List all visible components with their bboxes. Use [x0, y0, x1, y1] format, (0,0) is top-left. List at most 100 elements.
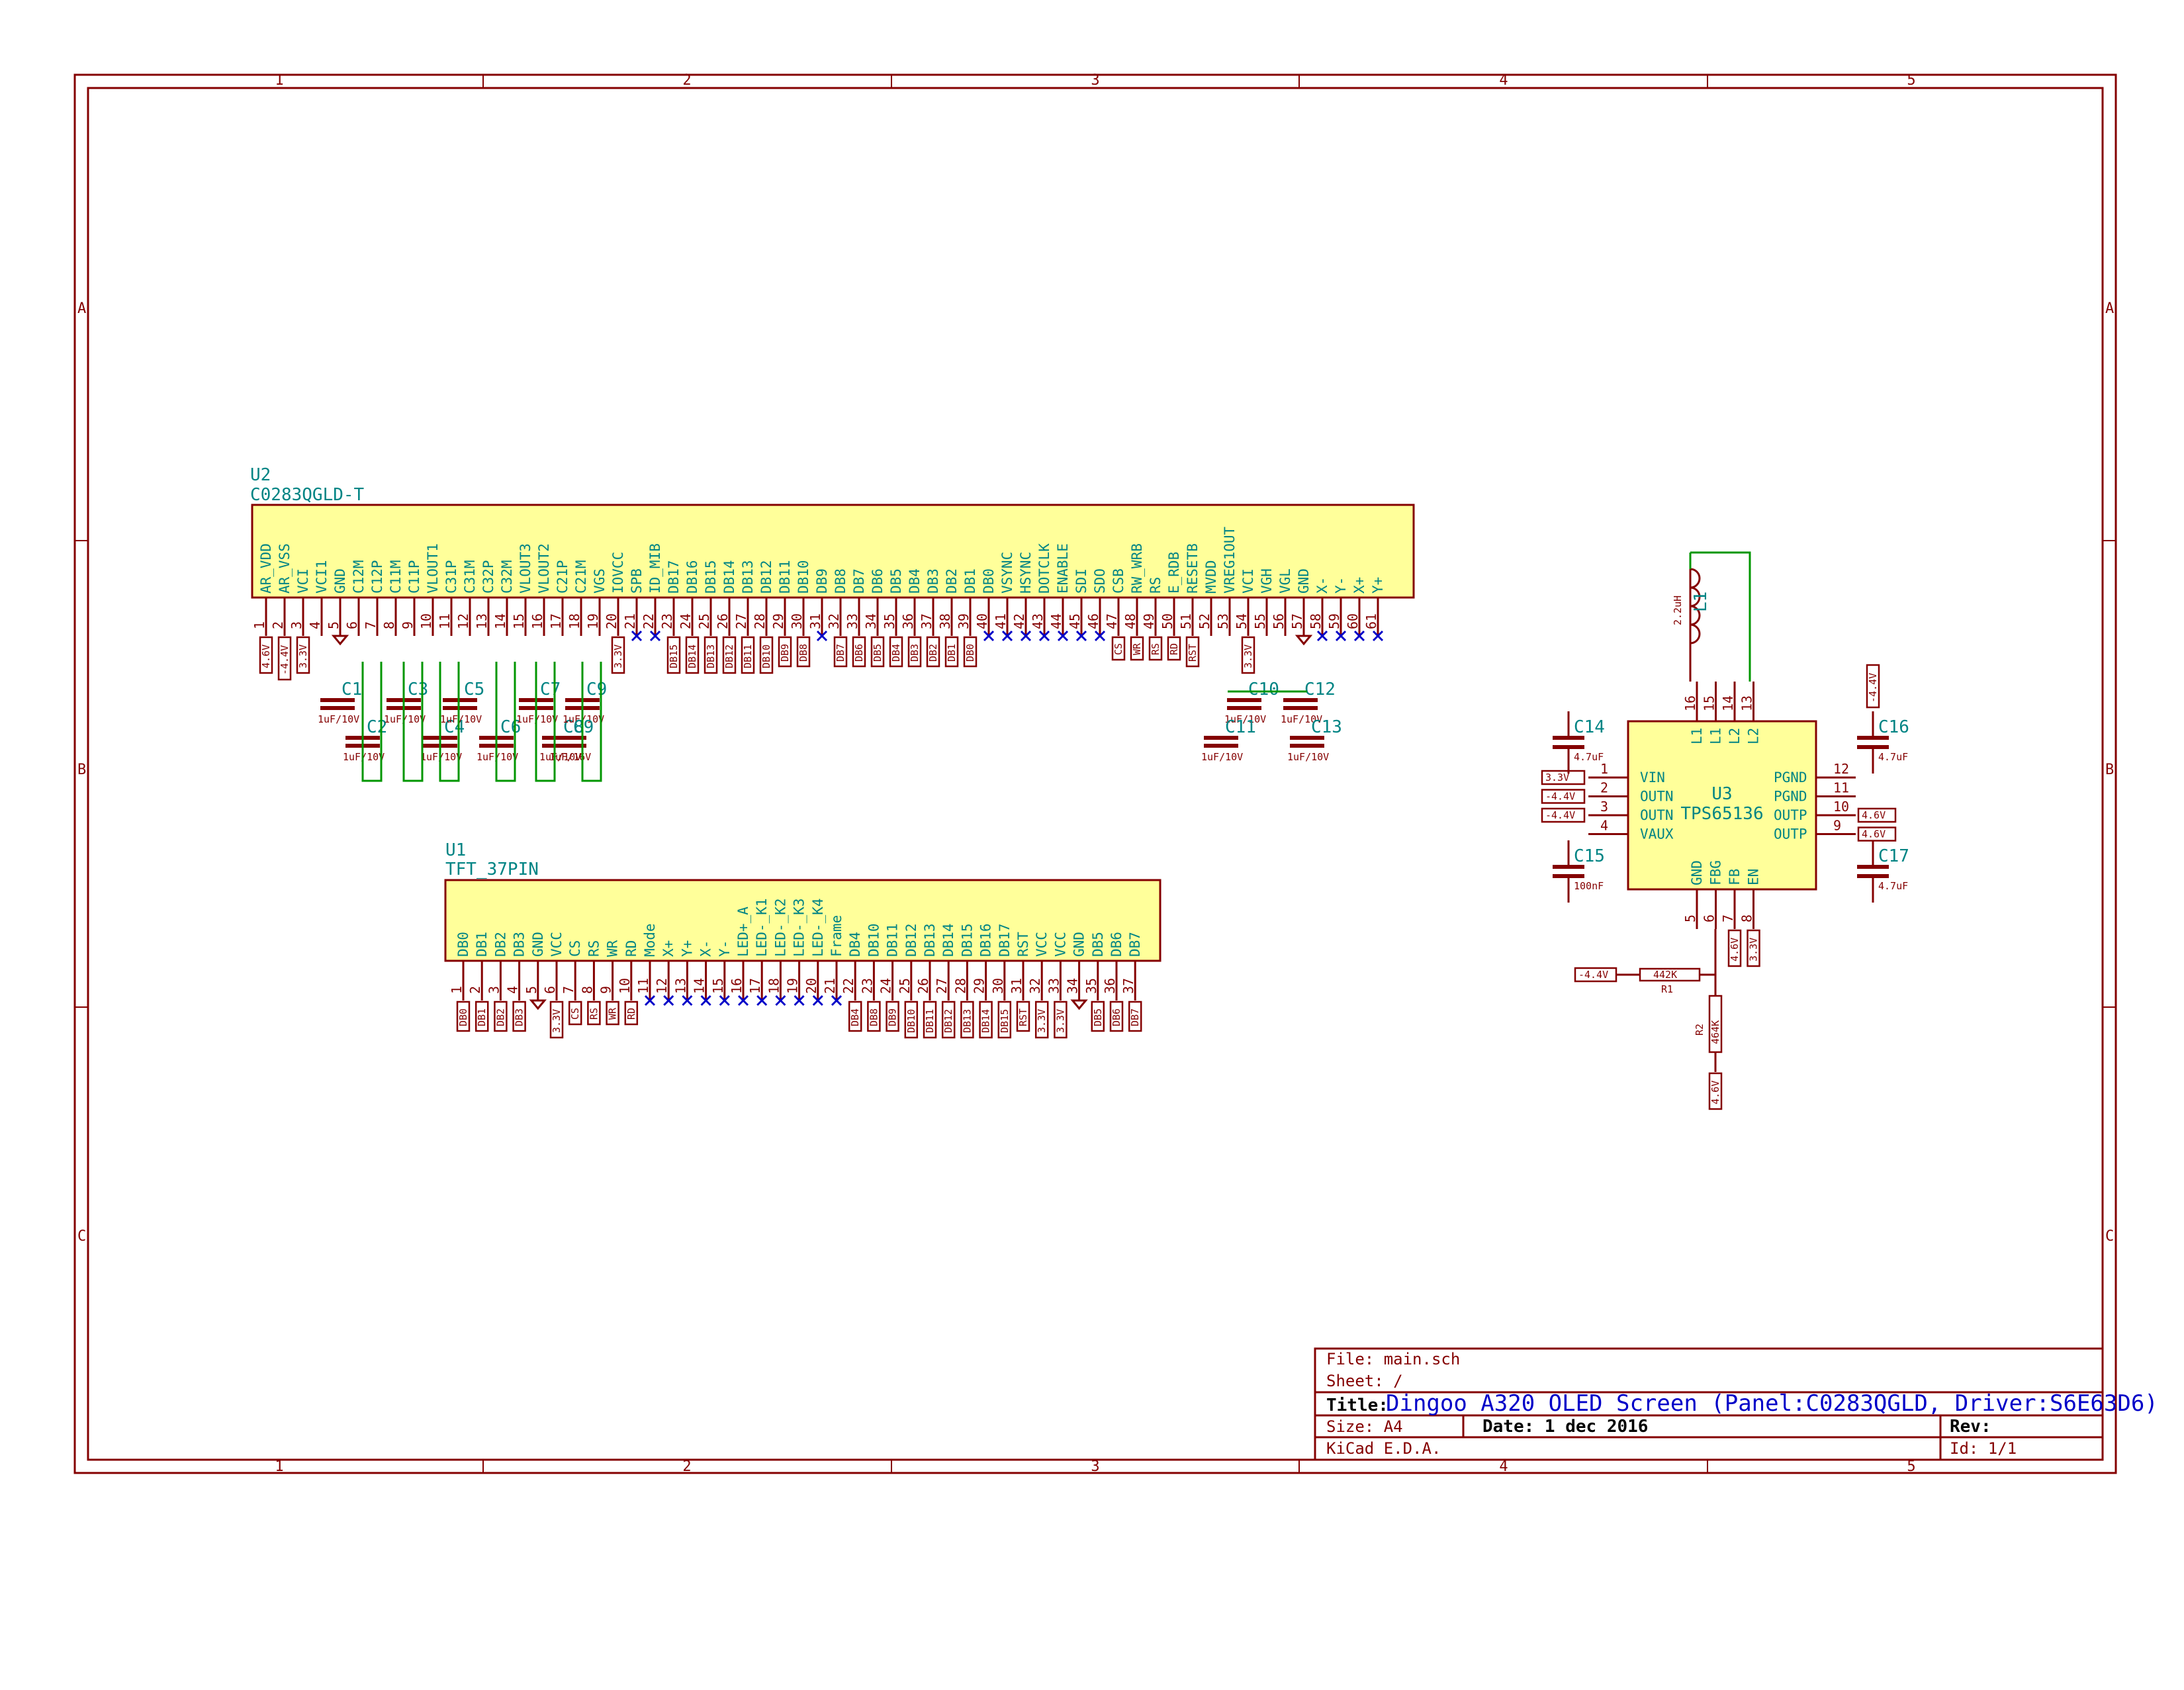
zone-bottom-1: 1 — [275, 1458, 283, 1475]
u1-pin-name-26: DB13 — [922, 923, 938, 957]
r2-ref: R2 — [1694, 1024, 1706, 1036]
u2-pin-name-1: AR_VDD — [258, 543, 274, 594]
u2-pin-name-24: DB16 — [684, 560, 700, 594]
u1-gnd-5 — [529, 999, 547, 1010]
u2-pin-name-20: IOVCC — [610, 552, 626, 594]
cap-C15-ref: C15 — [1574, 846, 1605, 866]
u2-pin-name-9: C11P — [406, 560, 422, 594]
u2-pin-num-56: 56 — [1271, 613, 1287, 629]
u1-pin-name-12: X+ — [660, 940, 676, 957]
r1-net: -4.4V — [1578, 969, 1608, 981]
u1-pin-num-6: 6 — [542, 986, 558, 994]
inductor-l1[interactable]: L1 2.2uH — [1672, 551, 1751, 682]
u2-pin-name-12: C31M — [462, 560, 478, 594]
u3-net-label-1: 3.3V — [1545, 772, 1569, 783]
u1-pin-name-27: DB14 — [940, 923, 956, 957]
u2-pin-num-5: 5 — [326, 621, 341, 629]
u2-pin-num-49: 49 — [1141, 613, 1157, 629]
u2-net-label-20: 3.3V — [612, 645, 624, 668]
u2-pin-name-42: HSYNC — [1018, 552, 1034, 594]
u1-net-label-28: DB13 — [961, 1009, 973, 1033]
u1-pin-name-15: Y- — [717, 940, 733, 957]
u1-ref: U1 — [445, 840, 466, 860]
u3-pin-name-5: GND — [1689, 860, 1705, 885]
u1-pin-num-13: 13 — [672, 978, 688, 994]
u1-pin-num-34: 34 — [1065, 978, 1081, 994]
u2-pin-name-17: C21P — [555, 560, 570, 594]
u2-net-label-30: DB8 — [797, 644, 809, 662]
u1-pin-num-25: 25 — [897, 978, 913, 994]
zone-top-4: 4 — [1499, 72, 1508, 89]
u2-net-label-23: DB15 — [668, 645, 680, 668]
u2-net-label-2: -4.4V — [279, 645, 291, 675]
u2-pin-name-2: AR_VSS — [277, 543, 293, 594]
u2-pin-num-22: 22 — [641, 613, 657, 629]
u3-pin-name-10: OUTP — [1774, 807, 1807, 823]
u2-pin-num-61: 61 — [1363, 613, 1379, 629]
cap-C1-ref: C1 — [341, 680, 362, 699]
u2-net-label-48: WR — [1131, 643, 1143, 655]
u1-net-label-7: CS — [569, 1008, 581, 1020]
u3-pin-num-1: 1 — [1600, 761, 1608, 777]
u2-pin-num-21: 21 — [622, 613, 638, 629]
u2-net-label-24: DB14 — [686, 645, 698, 668]
cap-C13-value: 1uF/10V — [1287, 751, 1329, 763]
u2-pin-name-44: ENABLE — [1055, 543, 1071, 594]
u2-pin-num-37: 37 — [919, 613, 934, 629]
u1-pin-name-24: DB11 — [885, 923, 901, 957]
u1-pin-name-30: DB17 — [997, 923, 1013, 957]
u2-gnd-57 — [1295, 635, 1313, 646]
zone-bottom-4: 4 — [1499, 1458, 1508, 1475]
u2-pin-num-38: 38 — [937, 613, 953, 629]
r1-ref: R1 — [1661, 983, 1673, 995]
u3-pin-num-2: 2 — [1600, 780, 1608, 796]
u3-symbol[interactable]: U3 TPS65136 VIN 1 3.3V OUTN 2 -4.4V OUTN 3 -4.4V… — [1541, 551, 1909, 1110]
tb-title: Dingoo A320 OLED Screen (Panel:C0283QGLD… — [1386, 1390, 2158, 1417]
u2-pin-num-28: 28 — [752, 613, 768, 629]
u3-pin-name-13: L2 — [1746, 728, 1762, 744]
u2-net-label-34: DB5 — [872, 644, 884, 662]
u2-pin-num-36: 36 — [900, 613, 916, 629]
zone-right-C: C — [2105, 1228, 2114, 1245]
cap-C3-ref: C3 — [408, 680, 428, 699]
u2-net-label-1: 4.6V — [260, 645, 272, 668]
tb-sheet: Sheet: / — [1326, 1372, 1403, 1390]
u2-pin-name-39: DB1 — [962, 568, 978, 594]
u2-value: C0283QGLD-T — [250, 485, 365, 505]
u2-pin-num-13: 13 — [474, 613, 490, 629]
u1-symbol[interactable]: U1 TFT_37PIN DB01DB0DB12DB1DB23DB2DB34DB… — [444, 840, 1161, 1039]
u2-symbol[interactable]: U2 C0283QGLD-T AR_VDD 1 4.6V AR_VSS 2 -4.4V VC… — [250, 465, 1415, 782]
u2-pin-name-47: CSB — [1111, 568, 1126, 594]
u1-pin-name-17: LED-_K1 — [754, 898, 770, 957]
u1-pin-name-14: X- — [698, 940, 714, 957]
u1-pin-name-22: DB4 — [847, 932, 863, 957]
u1-net-label-10: RD — [625, 1008, 637, 1020]
u1-pin-name-6: VCC — [549, 932, 565, 957]
u2-pin-num-20: 20 — [604, 613, 619, 629]
u1-pin-num-28: 28 — [952, 978, 968, 994]
u1-pin-name-35: DB5 — [1090, 932, 1106, 957]
u3-net-label-8: 3.3V — [1748, 938, 1760, 961]
u2-pin-name-14: C32M — [499, 560, 515, 594]
u2-pin-num-9: 9 — [400, 621, 416, 629]
zone-top-2: 2 — [682, 72, 691, 89]
tb-rev: Rev: — [1950, 1417, 1991, 1437]
u1-pin-name-25: DB12 — [903, 923, 919, 957]
u1-net-label-3: DB2 — [494, 1008, 506, 1026]
u1-net-label-30: DB15 — [999, 1009, 1011, 1033]
u1-pin-num-7: 7 — [561, 986, 576, 994]
u1-net-label-26: DB11 — [924, 1009, 936, 1033]
u2-pin-num-29: 29 — [770, 613, 786, 629]
u1-pin-num-36: 36 — [1102, 978, 1118, 994]
cap-C11-ref: C11 — [1225, 717, 1256, 737]
u2-pin-name-10: VLOUT1 — [425, 543, 441, 594]
u2-pin-num-53: 53 — [1215, 613, 1231, 629]
u2-pin-num-59: 59 — [1326, 613, 1342, 629]
u2-net-label-26: DB12 — [723, 645, 735, 668]
u2-pin-name-38: DB2 — [944, 568, 960, 594]
u1-net-label-24: DB9 — [887, 1008, 899, 1026]
u1-net-label-31: RST — [1017, 1008, 1029, 1026]
u1-pin-name-7: CS — [567, 940, 583, 957]
u2-pin-name-21: SPB — [629, 568, 645, 594]
u1-pin-name-36: DB6 — [1109, 932, 1124, 957]
